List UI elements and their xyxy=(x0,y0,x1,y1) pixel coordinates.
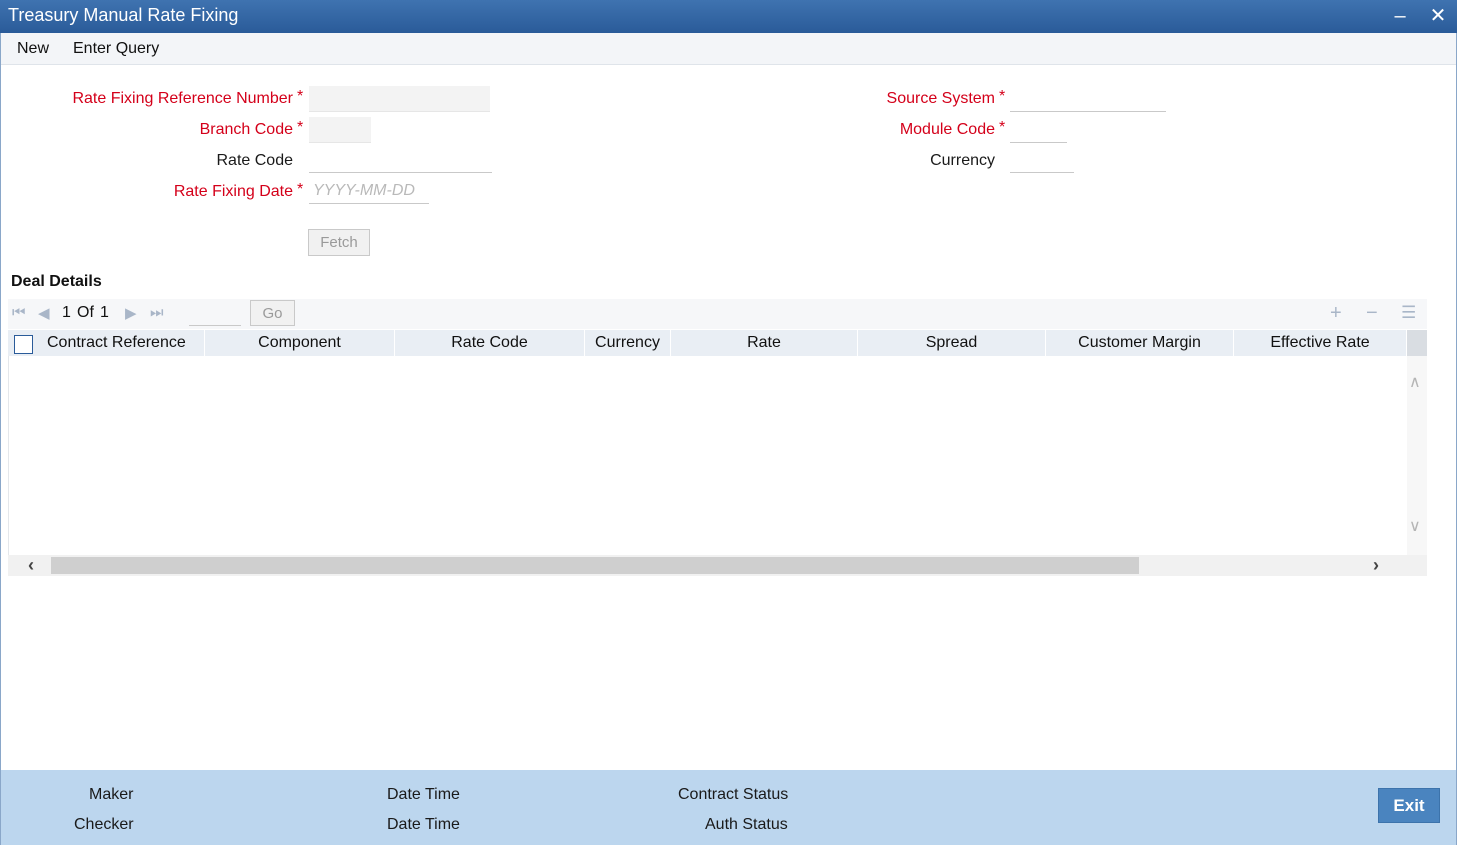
scroll-left-icon[interactable]: ‹ xyxy=(28,555,34,576)
scrollbar-corner xyxy=(1407,330,1427,356)
column-header-component[interactable]: Component xyxy=(205,330,395,356)
branch-code-input[interactable] xyxy=(309,117,371,143)
maker-date-time-label: Date Time xyxy=(387,786,460,803)
go-button[interactable]: Go xyxy=(250,300,295,326)
select-all-checkbox[interactable] xyxy=(14,335,33,354)
page-of-label: Of xyxy=(77,304,94,321)
checker-date-time-label: Date Time xyxy=(387,816,460,833)
audit-footer: Maker Checker Date Time Date Time Contra… xyxy=(1,770,1456,845)
next-page-icon[interactable]: ▶ xyxy=(125,304,137,322)
last-page-icon[interactable]: ⏭ xyxy=(150,304,164,321)
menu-bar: New Enter Query xyxy=(1,33,1456,65)
menu-new[interactable]: New xyxy=(17,40,49,58)
module-code-input[interactable] xyxy=(1010,117,1067,143)
delete-row-icon[interactable]: − xyxy=(1366,302,1378,325)
currency-input[interactable] xyxy=(1010,147,1074,173)
vertical-scrollbar[interactable]: ∧ ∨ xyxy=(1407,356,1427,556)
currency-label: Currency xyxy=(930,152,995,169)
column-header-effective-rate[interactable]: Effective Rate xyxy=(1234,330,1407,356)
column-header-currency[interactable]: Currency xyxy=(585,330,671,356)
window-title: Treasury Manual Rate Fixing xyxy=(8,5,239,25)
source-system-label: Source System xyxy=(886,90,995,107)
rate-fixing-date-input[interactable] xyxy=(309,178,429,204)
fetch-button[interactable]: Fetch xyxy=(308,229,370,256)
scroll-up-icon[interactable]: ∧ xyxy=(1409,372,1421,392)
page-number-input[interactable] xyxy=(189,302,241,326)
column-header-contract-reference[interactable]: Contract Reference xyxy=(47,330,205,356)
auth-status-label: Auth Status xyxy=(705,816,788,833)
rate-fixing-reference-number-label: Rate Fixing Reference Number xyxy=(72,90,293,107)
maker-label: Maker xyxy=(89,786,134,803)
horizontal-scroll-thumb[interactable] xyxy=(51,557,1139,574)
single-view-icon[interactable]: ☰ xyxy=(1401,303,1416,323)
column-header-customer-margin[interactable]: Customer Margin xyxy=(1046,330,1234,356)
deal-details-title: Deal Details xyxy=(11,273,102,290)
column-header-rate[interactable]: Rate xyxy=(671,330,858,356)
menu-enter-query[interactable]: Enter Query xyxy=(73,40,159,58)
title-bar: Treasury Manual Rate Fixing ‒ ✕ xyxy=(0,0,1457,33)
rate-code-input[interactable] xyxy=(309,147,492,173)
branch-code-label: Branch Code xyxy=(199,121,293,138)
module-code-label: Module Code xyxy=(899,121,995,138)
contract-status-label: Contract Status xyxy=(678,786,789,803)
rate-fixing-date-label: Rate Fixing Date xyxy=(173,183,293,200)
column-header-spread[interactable]: Spread xyxy=(858,330,1046,356)
required-marker: * xyxy=(297,119,304,136)
add-row-icon[interactable]: + xyxy=(1330,302,1342,325)
deal-details-pager: ⏮ ◀ 1 Of 1 ▶ ⏭ Go + − ☰ xyxy=(8,299,1427,329)
rate-code-label: Rate Code xyxy=(216,152,294,169)
required-marker: * xyxy=(999,88,1006,105)
deal-details-grid-body xyxy=(8,356,1427,556)
scroll-down-icon[interactable]: ∨ xyxy=(1409,516,1421,536)
deal-details-grid-header: Contract Reference Component Rate Code C… xyxy=(8,330,1407,356)
required-marker: * xyxy=(297,88,304,105)
first-page-icon[interactable]: ⏮ xyxy=(12,304,26,321)
required-marker: * xyxy=(999,119,1006,136)
previous-page-icon[interactable]: ◀ xyxy=(38,304,50,322)
current-page: 1 xyxy=(62,304,71,321)
minimize-icon[interactable]: ‒ xyxy=(1387,3,1413,29)
exit-button[interactable]: Exit xyxy=(1378,788,1440,823)
column-header-rate-code[interactable]: Rate Code xyxy=(395,330,585,356)
total-pages: 1 xyxy=(100,304,109,321)
close-icon[interactable]: ✕ xyxy=(1425,3,1451,29)
required-marker: * xyxy=(297,181,304,198)
rate-fixing-reference-number-input[interactable] xyxy=(309,86,490,112)
checker-label: Checker xyxy=(74,816,134,833)
source-system-input[interactable] xyxy=(1010,86,1166,112)
horizontal-scrollbar[interactable]: ‹ › xyxy=(8,555,1427,576)
scroll-right-icon[interactable]: › xyxy=(1373,555,1379,576)
